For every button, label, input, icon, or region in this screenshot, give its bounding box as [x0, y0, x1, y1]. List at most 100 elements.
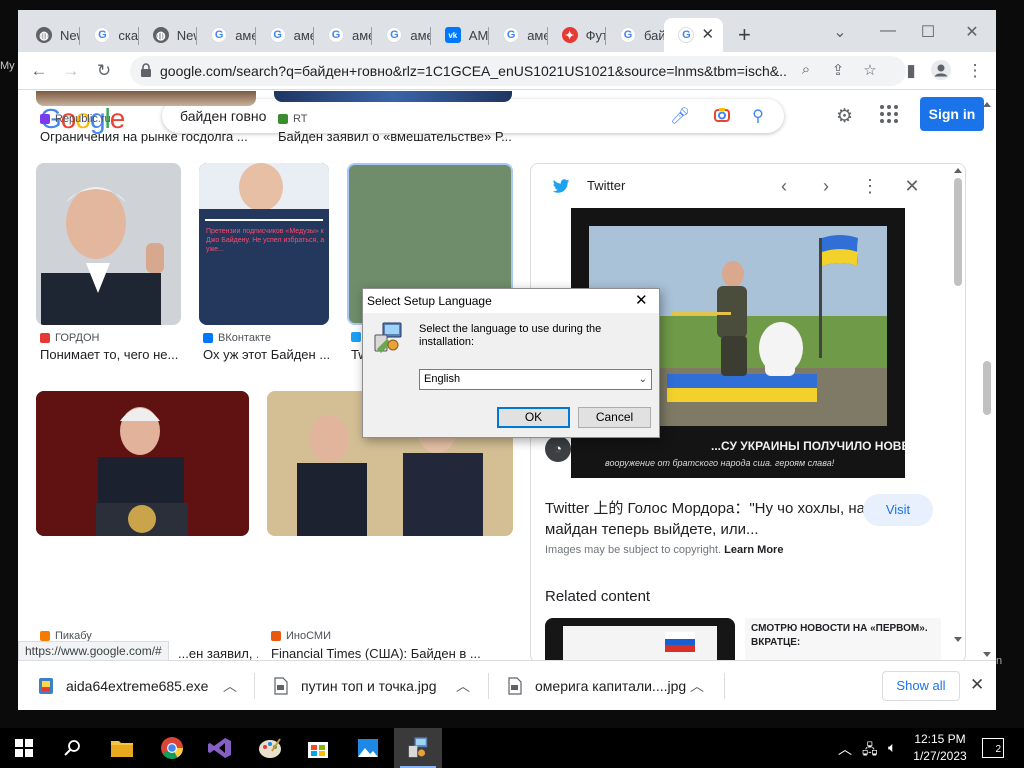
image-result[interactable] [36, 91, 256, 106]
start-button[interactable] [0, 728, 48, 768]
file-explorer-icon[interactable] [98, 728, 146, 768]
g-favicon-icon: G [503, 27, 520, 43]
voice-search-icon[interactable]: 🎤︎ [670, 106, 690, 126]
search-icon[interactable] [48, 728, 96, 768]
notification-center-icon[interactable]: 2 [982, 738, 1004, 758]
tab-label: аме [293, 27, 314, 43]
sign-in-button[interactable]: Sign in [920, 97, 984, 131]
maximize-button[interactable]: ☐ [918, 22, 938, 42]
back-icon[interactable]: ← [28, 60, 50, 82]
result-title[interactable]: Ограничения на рынке госдолга ... [40, 129, 256, 144]
copyright-notice: Images may be subject to copyright. Lear… [545, 544, 784, 556]
tab-search-icon[interactable]: ⌄ [830, 22, 850, 42]
close-window-button[interactable]: ✕ [962, 22, 982, 42]
browser-tab[interactable]: ✦ Фут [548, 18, 606, 52]
apps-grid-icon[interactable] [880, 105, 898, 123]
tab-close-icon[interactable]: ✕ [699, 26, 717, 44]
browser-tab[interactable]: Gаме [372, 18, 431, 52]
url-text[interactable]: google.com/search?q=байден+говно&rlz=1C1… [160, 63, 788, 79]
address-bar[interactable]: google.com/search?q=байден+говно&rlz=1C1… [130, 56, 906, 86]
photos-icon[interactable] [344, 728, 392, 768]
network-icon[interactable]: 🖧︎ [862, 739, 878, 763]
chrome-icon[interactable] [148, 728, 196, 768]
result-source: ВКонтакте [203, 332, 271, 344]
chevron-down-icon[interactable]: ⌄ [639, 370, 647, 389]
browser-tab[interactable]: vk АМ [431, 18, 490, 52]
chevron-left-icon[interactable]: ‹ [773, 176, 795, 197]
image-result[interactable] [36, 163, 181, 325]
learn-more-link[interactable]: Learn More [724, 544, 783, 556]
browser-tab[interactable]: Gаме [256, 18, 314, 52]
volume-icon[interactable]: 🔈︎ [888, 739, 896, 756]
side-panel-icon[interactable]: ▮ [900, 60, 922, 82]
browser-tab[interactable]: Gска [80, 18, 139, 52]
panel-scrollbar[interactable] [951, 164, 965, 663]
download-options-chevron[interactable]: ︿ [223, 661, 237, 710]
result-title[interactable]: Байден заявил о «вмешательстве» Р... [278, 129, 516, 144]
visual-studio-icon[interactable] [196, 728, 244, 768]
language-select[interactable]: English ⌄ [419, 369, 652, 390]
tab-label: АМ [468, 27, 489, 43]
browser-tab[interactable]: Gаме [489, 18, 548, 52]
browser-tab[interactable]: G ✕ [664, 18, 723, 52]
image-file-icon [508, 677, 522, 695]
download-item[interactable]: aida64extreme685.exe [38, 661, 208, 710]
menu-kebab-icon[interactable]: ⋮ [964, 60, 986, 82]
minimize-button[interactable]: — [878, 22, 898, 40]
search-box[interactable]: байден говно 🎤︎ ⚲ [162, 99, 784, 133]
cancel-button[interactable]: Cancel [578, 407, 651, 428]
search-input[interactable]: байден говно [180, 108, 266, 124]
setup-language-dialog: Select Setup Language ✕ Select the langu… [362, 288, 660, 438]
result-title[interactable]: ...ен заявил, ... [178, 646, 258, 661]
visit-button[interactable]: Visit [863, 494, 933, 526]
reload-icon[interactable]: ↻ [93, 60, 115, 82]
download-item[interactable]: путин топ и точка.jpg [273, 661, 436, 710]
image-result[interactable] [274, 91, 512, 102]
dialog-titlebar[interactable]: Select Setup Language ✕ [363, 289, 659, 313]
new-tab-button[interactable]: + [738, 24, 751, 46]
browser-tab[interactable]: Gбай [606, 18, 664, 52]
chevron-right-icon[interactable]: › [815, 176, 837, 197]
browser-tab[interactable]: ◍ New [22, 18, 81, 52]
ok-button[interactable]: OK [497, 407, 570, 428]
show-all-downloads-button[interactable]: Show all [882, 671, 960, 701]
browser-tab[interactable]: ◍ New [139, 18, 198, 52]
lens-icon[interactable] [712, 106, 732, 129]
setup-installer-icon [374, 322, 402, 353]
preview-nav-circle[interactable]: ◔ [545, 436, 571, 462]
page-scrollbar[interactable] [982, 101, 992, 661]
panel-source-title[interactable]: Twitter [587, 178, 625, 193]
image-result[interactable] [36, 391, 249, 536]
download-item[interactable]: омерига капитали....jpg [507, 661, 686, 710]
settings-gear-icon[interactable]: ⚙ [836, 105, 853, 128]
twitter-icon [551, 176, 571, 196]
forward-icon[interactable]: → [60, 60, 82, 82]
more-vert-icon[interactable]: ⋮ [859, 176, 881, 197]
download-options-chevron[interactable]: ︿ [690, 661, 704, 710]
browser-tab[interactable]: Gаме [197, 18, 256, 52]
bookmark-star-icon[interactable]: ☆ [860, 61, 880, 79]
related-image[interactable] [545, 618, 735, 662]
share-icon[interactable]: ⇪ [828, 61, 848, 79]
download-options-chevron[interactable]: ︿ [456, 661, 470, 710]
browser-tab[interactable]: Gаме [314, 18, 373, 52]
result-title[interactable]: Понимает то, чего не... [40, 347, 185, 362]
tab-label: аме [352, 27, 373, 43]
setup-taskbar-icon[interactable] [394, 728, 442, 768]
close-icon[interactable]: ✕ [901, 176, 923, 197]
system-clock[interactable]: 12:15 PM 1/27/2023 [908, 731, 972, 765]
related-image[interactable]: СМОТРЮ НОВОСТИ НА «ПЕРВОМ». ВКРАТЦЕ: [745, 618, 941, 662]
profile-icon[interactable] [930, 60, 952, 82]
result-source: RT [278, 113, 307, 125]
zoom-icon[interactable]: ⌕ [796, 61, 816, 78]
store-icon[interactable] [294, 728, 342, 768]
close-downloads-bar-icon[interactable]: ✕ [970, 675, 984, 695]
tray-overflow-chevron-icon[interactable]: ︿ [838, 739, 852, 759]
result-title[interactable]: Ох уж этот Байден ... [203, 347, 333, 362]
paint-icon[interactable] [246, 728, 294, 768]
preview-caption[interactable]: Twitter 上的 Голос Мордора："Ну чо хохлы, н… [545, 498, 865, 540]
search-icon[interactable]: ⚲ [748, 106, 768, 126]
dialog-message: Select the language to use during the in… [419, 323, 602, 348]
result-title[interactable]: Financial Times (США): Байден в ... [271, 646, 511, 661]
dialog-close-icon[interactable]: ✕ [635, 291, 648, 309]
